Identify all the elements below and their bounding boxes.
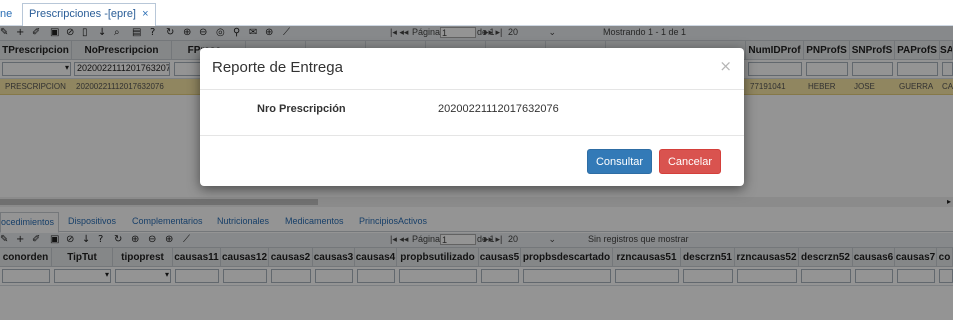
top-tab-bar: ne Prescripciones -[epre] × <box>0 0 953 26</box>
cancelar-button[interactable]: Cancelar <box>659 149 721 174</box>
reporte-entrega-dialog: Reporte de Entrega × Nro Prescripción 20… <box>200 48 744 186</box>
tab-close-icon[interactable]: × <box>142 8 148 20</box>
nro-prescripcion-value: 20200221112017632076 <box>438 103 559 115</box>
divider <box>200 135 744 136</box>
tab-prescripciones[interactable]: Prescripciones -[epre] × <box>22 3 156 26</box>
dialog-title: Reporte de Entrega <box>212 59 343 76</box>
nro-prescripcion-label: Nro Prescripción <box>257 103 346 115</box>
consultar-button[interactable]: Consultar <box>587 149 652 174</box>
tab-prescripciones-label: Prescripciones -[epre] <box>29 8 136 20</box>
tab-home[interactable]: ne <box>0 8 12 20</box>
divider <box>200 89 744 90</box>
close-icon[interactable]: × <box>719 57 732 75</box>
